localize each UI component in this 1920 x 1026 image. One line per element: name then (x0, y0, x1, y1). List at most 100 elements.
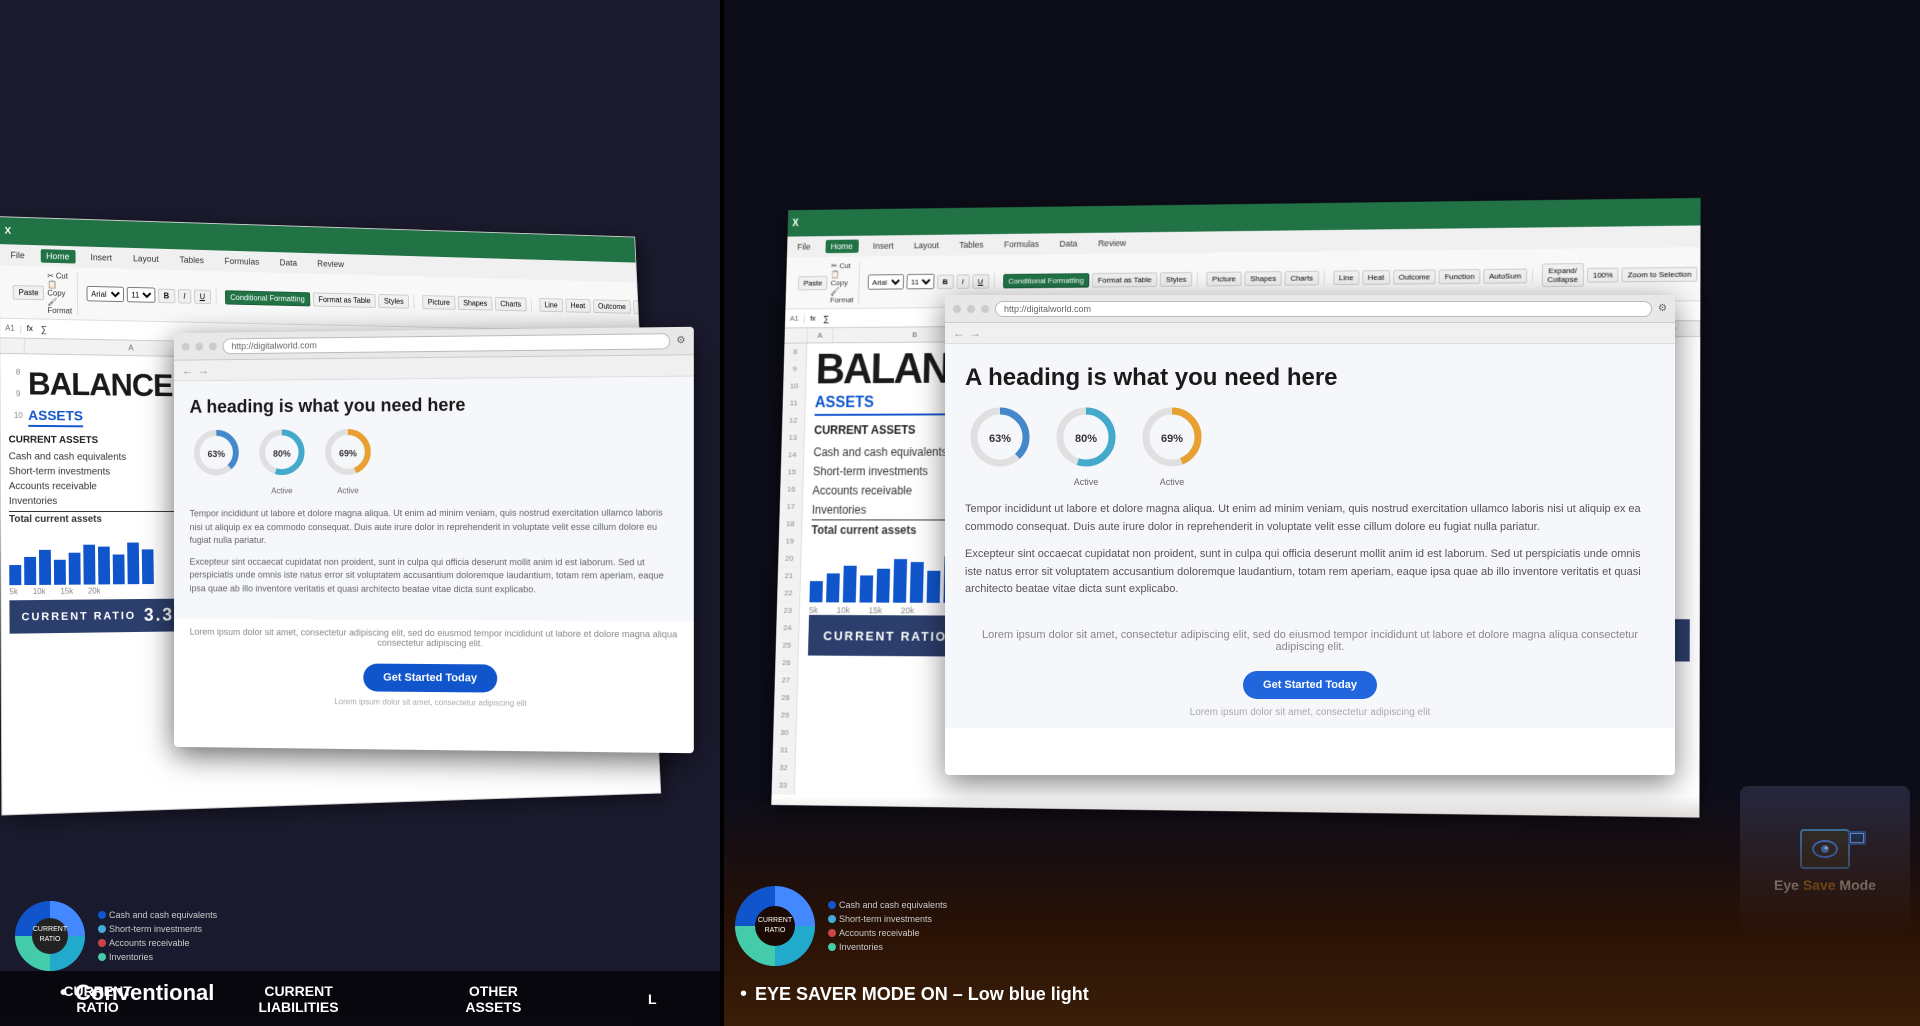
shapes-r[interactable]: Shapes (1244, 271, 1282, 286)
nav-back-right[interactable]: ← (953, 326, 965, 340)
formula-content-right: fx (810, 314, 816, 323)
cell-styles-r[interactable]: Styles (1160, 272, 1192, 287)
current-ratio-label-left: CURRENT RATIO (21, 610, 136, 623)
zoom-100-r[interactable]: 100% (1587, 267, 1619, 282)
accounts-label-right: Accounts receivable (812, 484, 912, 498)
conditional-formatting-btn[interactable]: Conditional Formatting (225, 290, 311, 306)
browser-body-1-right: Tempor incididunt ut labore et dolore ma… (965, 501, 1655, 536)
tab-review[interactable]: Review (312, 257, 350, 271)
get-started-btn-right[interactable]: Get Started Today (1243, 671, 1377, 699)
svg-text:80%: 80% (273, 449, 291, 459)
browser-settings-right[interactable]: ⚙ (1658, 303, 1667, 314)
underline-btn[interactable]: U (194, 289, 211, 304)
svg-text:69%: 69% (339, 448, 357, 458)
tab-insert-r[interactable]: Insert (867, 239, 899, 253)
line-r[interactable]: Line (1333, 270, 1359, 285)
browser-url-right[interactable]: http://digitalworld.com (995, 301, 1652, 317)
tab-home-r[interactable]: Home (825, 240, 858, 254)
svg-text:80%: 80% (1075, 433, 1097, 445)
paste-btn[interactable]: Paste (13, 285, 45, 300)
cell-styles-btn[interactable]: Styles (378, 294, 409, 309)
tab-tables[interactable]: Tables (174, 253, 210, 267)
browser-settings-left[interactable]: ⚙ (676, 335, 685, 346)
font-select-r[interactable]: Arial (867, 274, 903, 290)
browser-dot-r1 (953, 305, 961, 313)
bold-btn[interactable]: B (158, 288, 175, 303)
short-term-label-left: Short-term investments (9, 466, 110, 477)
pie-chart-right: CURRENT RATIO (730, 881, 820, 971)
cond-format-r[interactable]: Conditional Formatting (1003, 273, 1090, 288)
view-group: Line Heat Outcome Function AutoSum (535, 297, 662, 315)
tab-file-r[interactable]: File (792, 240, 817, 254)
line-btn[interactable]: Line (539, 298, 563, 312)
legend-items-right: Cash and cash equivalents Short-term inv… (828, 900, 947, 952)
tab-data-r[interactable]: Data (1054, 237, 1083, 251)
donut-svg-3-left: 69% (321, 424, 375, 479)
italic-r[interactable]: I (956, 274, 970, 288)
italic-btn[interactable]: I (178, 289, 192, 304)
svg-text:69%: 69% (1161, 433, 1183, 445)
zoom-selection-r[interactable]: Zoom to Selection (1622, 266, 1698, 282)
outcome-r[interactable]: Outcome (1393, 269, 1436, 284)
excel-logo-right: X (792, 218, 798, 228)
format-as-table-btn[interactable]: Format as Table (313, 292, 376, 308)
assets-subtitle-left: ASSETS (28, 407, 83, 427)
paste-btn-r[interactable]: Paste (798, 275, 828, 290)
font-select[interactable]: Arial (86, 286, 124, 302)
cell-ref-right: A1 (790, 314, 799, 323)
svg-text:CURRENT: CURRENT (33, 926, 68, 933)
underline-r[interactable]: U (972, 274, 989, 288)
cash-label-right: Cash and cash equivalents (813, 445, 947, 459)
font-group: Arial 11 B I U (81, 286, 216, 304)
function-r[interactable]: Function (1439, 269, 1481, 284)
tab-review-r[interactable]: Review (1092, 236, 1131, 250)
donut-1-right: 63% (965, 402, 1035, 487)
shapes-btn[interactable]: Shapes (458, 296, 493, 311)
tab-formulas-r[interactable]: Formulas (998, 237, 1044, 251)
browser-dot-r2 (967, 305, 975, 313)
charts-btn[interactable]: Charts (495, 296, 527, 310)
donut-svg-2-right: 80% (1051, 402, 1121, 472)
tab-file[interactable]: File (5, 248, 31, 262)
bold-r[interactable]: B (937, 274, 954, 288)
format-table-r[interactable]: Format as Table (1092, 272, 1158, 287)
tab-insert[interactable]: Insert (85, 250, 118, 264)
tab-home[interactable]: Home (40, 249, 75, 263)
conventional-text: Conventional (75, 980, 214, 1006)
clipboard-group: Paste ✂ Cut 📋 Copy 🖌 Format (8, 270, 78, 315)
bottom-label-current-liabilities: CURRENTLIABILITIES (259, 983, 339, 1015)
donut-2-left: 80% Active (255, 425, 309, 496)
picture-r[interactable]: Picture (1206, 271, 1241, 286)
browser-heading-left: A heading is what you need here (190, 393, 678, 418)
charts-r[interactable]: Charts (1285, 270, 1319, 285)
label-eye-saver: • EYE SAVER MODE ON – Low blue light (740, 983, 1089, 1006)
tab-layout-r[interactable]: Layout (908, 238, 944, 252)
font-size-r[interactable]: 11 (906, 274, 934, 290)
function-btn[interactable]: Function (633, 300, 661, 314)
browser-url-left[interactable]: http://digitalworld.com (223, 333, 671, 354)
browser-bar-right: http://digitalworld.com ⚙ (945, 295, 1675, 323)
heat-btn[interactable]: Heat (565, 298, 590, 312)
autosum-r[interactable]: AutoSum (1483, 268, 1527, 283)
nav-forward-left[interactable]: → (197, 363, 209, 377)
nav-forward-right[interactable]: → (969, 326, 981, 340)
expand-r[interactable]: Expand/Collapse (1542, 263, 1584, 287)
picture-btn[interactable]: Picture (422, 295, 455, 310)
heat-r[interactable]: Heat (1362, 270, 1390, 285)
balance-title-left: BALANCE (28, 366, 173, 404)
lorem-small-right: Lorem ipsum dolor sit amet, consectetur … (965, 707, 1655, 718)
tab-data[interactable]: Data (274, 256, 303, 270)
total-label-left: Total current assets (9, 514, 102, 525)
lorem-text-left: Lorem ipsum dolor sit amet, consectetur … (190, 627, 678, 650)
font-size-select[interactable]: 11 (127, 287, 156, 303)
browser-dot-2 (195, 342, 203, 350)
tab-tables-r[interactable]: Tables (954, 238, 990, 252)
donut-3-left: 69% Active (321, 424, 375, 495)
donut-2-right: 80% Active (1051, 402, 1121, 487)
outcome-btn[interactable]: Outcome (593, 299, 632, 314)
label-conventional: • Conventional (60, 980, 214, 1006)
tab-layout[interactable]: Layout (127, 252, 164, 266)
nav-back-left[interactable]: ← (182, 363, 194, 377)
tab-formulas[interactable]: Formulas (219, 254, 265, 268)
get-started-btn-left[interactable]: Get Started Today (363, 664, 497, 693)
